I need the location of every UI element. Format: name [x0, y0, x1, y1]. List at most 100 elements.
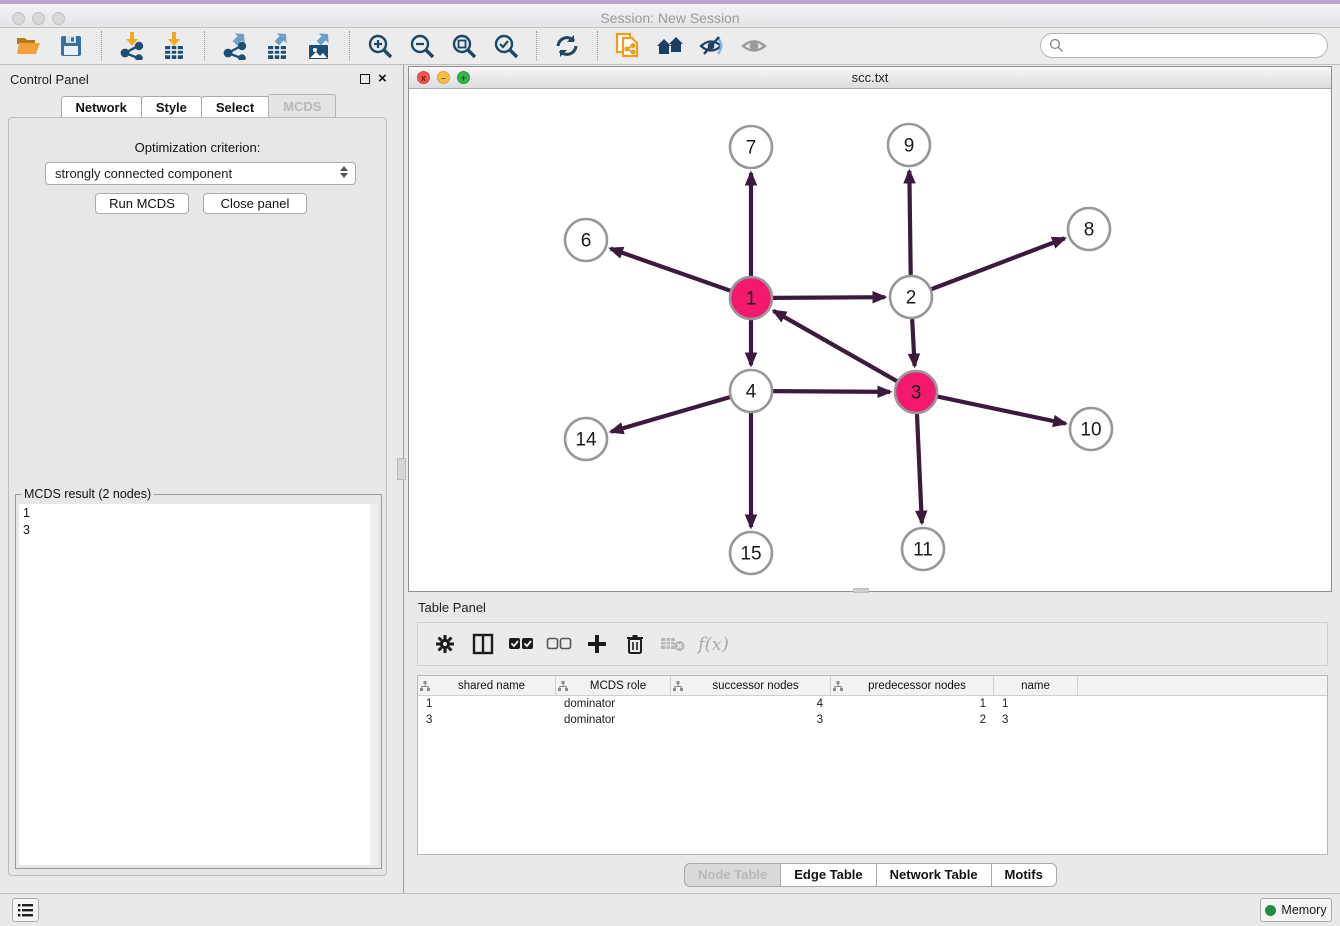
horizontal-splitter-handle[interactable] [853, 588, 869, 593]
vertical-splitter-handle[interactable] [397, 458, 406, 480]
first-neighbors-icon[interactable] [654, 31, 686, 61]
search-icon [1049, 38, 1064, 53]
graph-edge-3-1[interactable] [774, 311, 897, 381]
graph-node-3[interactable]: 3 [895, 371, 937, 413]
criterion-select[interactable]: strongly connected component [45, 162, 356, 185]
graph-node-10[interactable]: 10 [1070, 408, 1112, 450]
delete-table-icon[interactable] [660, 631, 686, 657]
result-scrollbar[interactable] [370, 504, 378, 865]
close-panel-icon[interactable]: × [378, 72, 387, 85]
zoom-selected-icon[interactable] [490, 31, 522, 61]
split-panel-icon[interactable] [470, 631, 496, 657]
select-all-columns-icon[interactable] [508, 631, 534, 657]
graph-edge-3-10[interactable] [938, 397, 1066, 424]
import-table-icon[interactable] [158, 31, 190, 61]
table-cell[interactable]: dominator [556, 698, 671, 710]
table-cell[interactable]: dominator [556, 714, 671, 726]
table-cell[interactable]: 4 [671, 698, 831, 710]
table-cell[interactable]: 3 [671, 714, 831, 726]
graph-edge-2-9[interactable] [909, 171, 910, 275]
svg-text:3: 3 [911, 383, 922, 404]
table-cell[interactable]: 2 [831, 714, 994, 726]
table-cell[interactable]: 1 [418, 698, 556, 710]
memory-button[interactable]: Memory [1260, 898, 1332, 922]
tab-mcds[interactable]: MCDS [268, 94, 336, 118]
unselect-all-columns-icon[interactable] [546, 631, 572, 657]
graph-edge-4-3[interactable] [773, 391, 890, 392]
apply-layout-icon[interactable] [551, 31, 583, 61]
graph-edge-2-3[interactable] [912, 319, 914, 366]
tab-motifs[interactable]: Motifs [991, 863, 1057, 887]
show-task-history-button[interactable] [12, 898, 39, 922]
export-network-icon[interactable] [219, 31, 251, 61]
export-image-icon[interactable] [303, 31, 335, 61]
graph-edge-2-8[interactable] [932, 238, 1065, 289]
table-row[interactable]: 1dominator411 [418, 696, 1327, 712]
svg-text:9: 9 [904, 136, 915, 157]
graph-node-4[interactable]: 4 [730, 370, 772, 412]
delete-column-icon[interactable] [622, 631, 648, 657]
graph-node-11[interactable]: 11 [902, 528, 944, 570]
node-table: shared nameMCDS role successor nodesprede… [417, 675, 1328, 855]
table-cell[interactable]: 3 [994, 714, 1078, 726]
add-column-icon[interactable] [584, 631, 610, 657]
column-label: successor nodes [683, 680, 828, 692]
import-network-icon[interactable] [116, 31, 148, 61]
graph-edge-1-6[interactable] [611, 249, 731, 291]
export-table-icon[interactable] [261, 31, 293, 61]
graph-edge-4-14[interactable] [611, 397, 730, 432]
table-cell[interactable]: 1 [831, 698, 994, 710]
column-header-mcds-role[interactable]: MCDS role [556, 676, 671, 695]
clone-network-icon[interactable] [612, 31, 644, 61]
float-panel-icon[interactable] [360, 74, 370, 84]
tab-network[interactable]: Network [61, 96, 142, 118]
toolbar-separator [204, 31, 205, 61]
function-builder-icon[interactable]: f(x) [698, 634, 729, 655]
graph-node-6[interactable]: 6 [565, 219, 607, 261]
graph-node-1[interactable]: 1 [730, 277, 772, 319]
column-header-predecessor-nodes[interactable]: predecessor nodes [831, 676, 994, 695]
run-mcds-button[interactable]: Run MCDS [95, 193, 189, 214]
graph-node-9[interactable]: 9 [888, 124, 930, 166]
zoom-in-icon[interactable] [364, 31, 396, 61]
network-window-titlebar[interactable]: x – + scc.txt [409, 67, 1331, 89]
open-file-icon[interactable] [13, 31, 45, 61]
toolbar-separator [536, 31, 537, 61]
column-label: shared name [430, 680, 553, 692]
column-header-successor-nodes[interactable]: successor nodes [671, 676, 831, 695]
network-title: scc.txt [409, 70, 1331, 85]
table-cell[interactable]: 1 [994, 698, 1078, 710]
table-settings-icon[interactable] [432, 631, 458, 657]
close-panel-button[interactable]: Close panel [203, 193, 307, 214]
save-session-icon[interactable] [55, 31, 87, 61]
table-row[interactable]: 3dominator323 [418, 712, 1327, 728]
graph-edge-3-11[interactable] [917, 414, 922, 523]
tab-style[interactable]: Style [141, 96, 202, 118]
graph-node-7[interactable]: 7 [730, 126, 772, 168]
column-header-name[interactable]: name [994, 676, 1078, 695]
graph-edge-1-2[interactable] [773, 297, 885, 298]
graph-node-2[interactable]: 2 [890, 276, 932, 318]
tab-node-table[interactable]: Node Table [684, 863, 781, 887]
search-input[interactable] [1040, 33, 1328, 58]
toolbar-separator [597, 31, 598, 61]
graph-node-15[interactable]: 15 [730, 532, 772, 574]
tab-network-table[interactable]: Network Table [876, 863, 992, 887]
mcds-result-textarea[interactable]: 1 3 [19, 504, 378, 865]
tab-edge-table[interactable]: Edge Table [780, 863, 876, 887]
column-header-shared-name[interactable]: shared name [418, 676, 556, 695]
graph-node-14[interactable]: 14 [565, 418, 607, 460]
select-stepper-icon [340, 166, 348, 178]
main-toolbar [0, 28, 1340, 65]
zoom-fit-icon[interactable] [448, 31, 480, 61]
tab-select[interactable]: Select [201, 96, 269, 118]
hide-details-icon[interactable] [696, 31, 728, 61]
network-canvas[interactable]: 7 9 6 8 1 2 4 3 14 10 15 11 [409, 89, 1331, 591]
memory-label: Memory [1281, 903, 1326, 917]
show-details-icon[interactable] [738, 31, 770, 61]
table-cell[interactable]: 3 [418, 714, 556, 726]
graph-node-8[interactable]: 8 [1068, 208, 1110, 250]
svg-text:2: 2 [906, 288, 917, 309]
svg-text:15: 15 [740, 544, 761, 565]
zoom-out-icon[interactable] [406, 31, 438, 61]
